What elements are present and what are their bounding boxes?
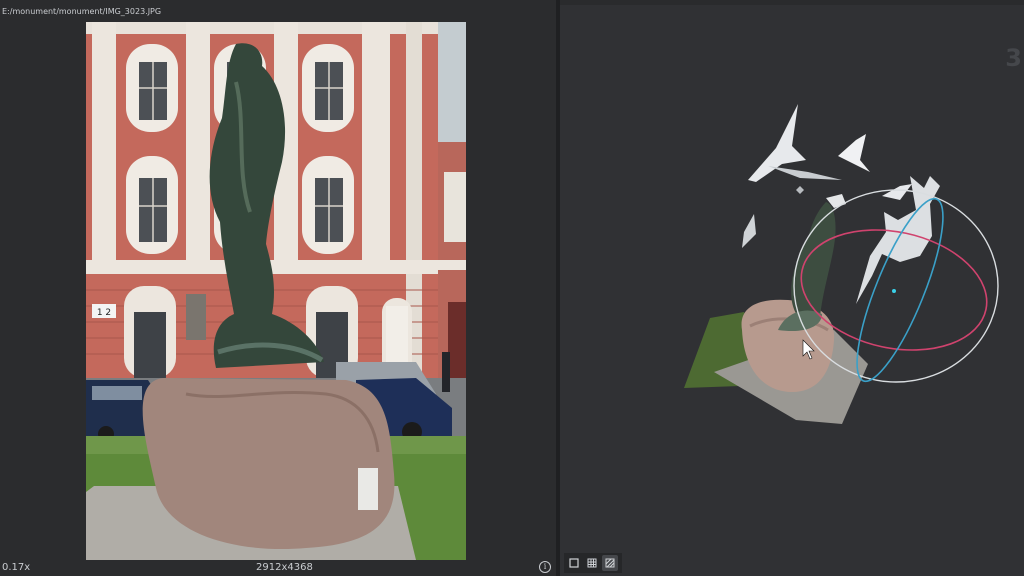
display-mode-toolbar — [564, 553, 622, 573]
photo-preview[interactable]: 1 2 — [86, 22, 466, 560]
3d-viewport[interactable]: 3 — [560, 0, 1024, 576]
info-icon[interactable]: i — [539, 561, 551, 573]
resolution-label: 2912x4368 — [256, 562, 313, 573]
zoom-label: 0.17x — [2, 562, 31, 573]
solid-view-icon — [569, 558, 579, 568]
image-viewer-panel[interactable]: E:/monument/monument/IMG_3023.JPG 1 2 0.… — [0, 0, 556, 576]
viewer-gutter — [466, 0, 556, 576]
solid-view-button[interactable] — [566, 555, 582, 571]
photo-image: 1 2 — [86, 22, 466, 560]
grid-view-icon — [587, 558, 597, 568]
textured-view-icon — [605, 558, 615, 568]
file-path-label: E:/monument/monument/IMG_3023.JPG — [2, 7, 162, 16]
building-number: 1 2 — [97, 308, 111, 318]
textured-view-button[interactable] — [602, 555, 618, 571]
grid-view-button[interactable] — [584, 555, 600, 571]
point-cloud-render[interactable] — [560, 0, 1024, 576]
